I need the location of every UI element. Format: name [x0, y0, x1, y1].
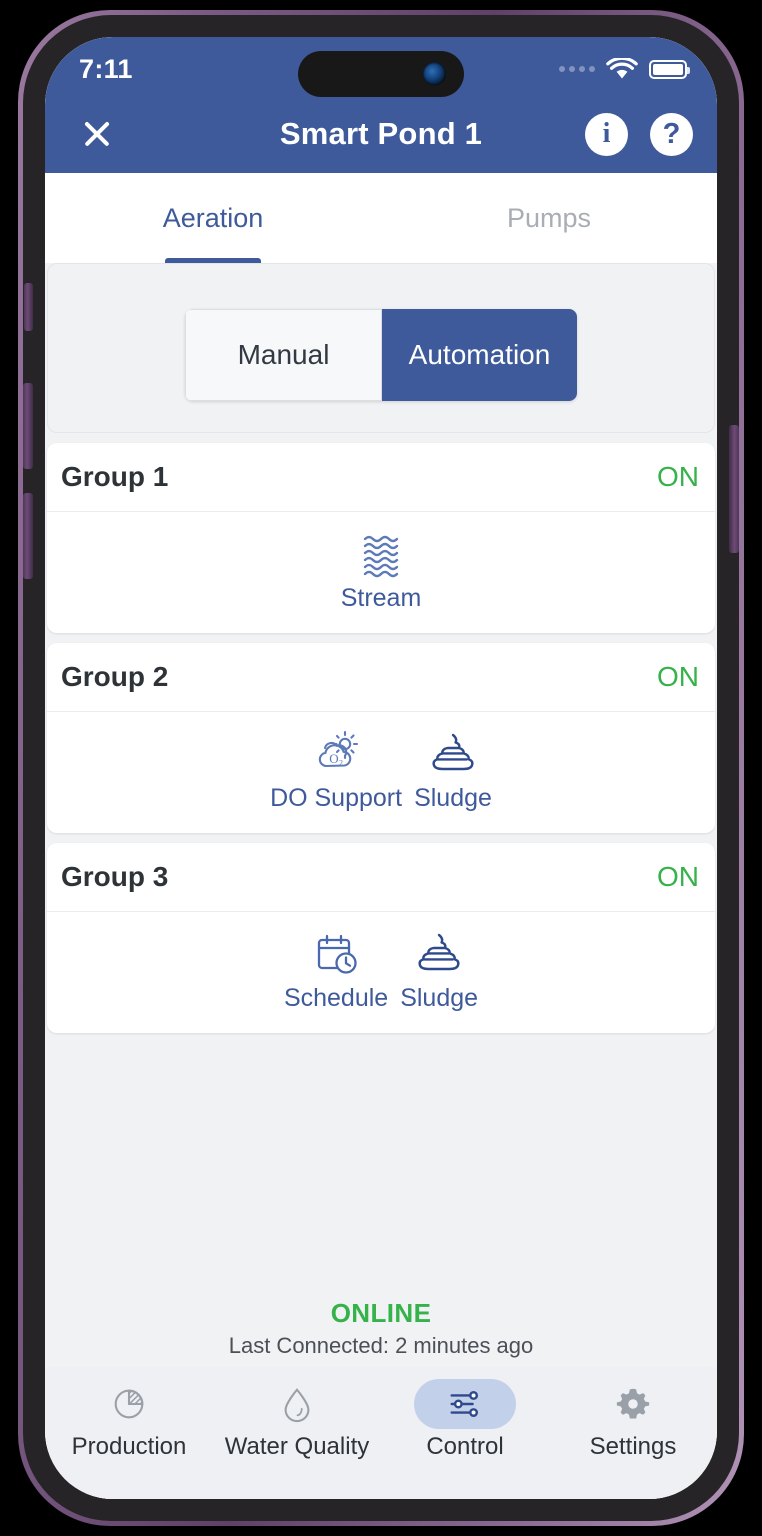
- mode-label: Sludge: [414, 784, 492, 812]
- sludge-icon: [418, 933, 460, 971]
- mode-label: Schedule: [283, 984, 389, 1012]
- nav-label: Water Quality: [224, 1433, 370, 1460]
- last-connected-text: Last Connected: 2 minutes ago: [228, 1333, 534, 1358]
- battery-full-icon: [649, 59, 690, 79]
- group-title: Group 1: [61, 461, 169, 492]
- group-title: Group 3: [61, 861, 169, 892]
- connection-status: ONLINE Last Connected: 2 minutes ago: [45, 1298, 717, 1359]
- dynamic-island: [298, 51, 464, 97]
- wifi-icon: [606, 57, 638, 78]
- group-header: Group 1 ON: [47, 443, 715, 511]
- sliders-icon: [450, 1390, 479, 1418]
- phone-frame: 7:11 Smart Pond 1 i ? Aeration Pumps Man…: [18, 10, 744, 1526]
- gear-icon: [616, 1388, 650, 1419]
- nav-label: Production: [71, 1433, 187, 1460]
- app-screen: 7:11 Smart Pond 1 i ? Aeration Pumps Man…: [45, 37, 717, 1499]
- group-modes: O 2 DO Support Sludge: [47, 711, 715, 833]
- tab-aeration[interactable]: Aeration: [45, 173, 381, 263]
- status-badge: ON: [657, 461, 699, 492]
- group-modes: Schedule Sludge: [47, 911, 715, 1033]
- tab-bar: Aeration Pumps: [45, 173, 717, 263]
- mode-label: Sludge: [400, 984, 479, 1012]
- nav-item-water-quality[interactable]: Water Quality: [213, 1379, 381, 1461]
- mode-item-schedule[interactable]: Schedule: [284, 930, 388, 1013]
- group-modes: Stream: [47, 511, 715, 633]
- nav-item-control[interactable]: Control: [381, 1379, 549, 1461]
- connection-state: ONLINE: [330, 1298, 432, 1328]
- info-icon[interactable]: i: [585, 112, 628, 156]
- mode-label: DO Support: [270, 784, 403, 812]
- nav-label: Control: [426, 1433, 504, 1460]
- nav-item-settings[interactable]: Settings: [549, 1379, 717, 1461]
- mode-item-do-support[interactable]: O 2 DO Support: [270, 730, 402, 813]
- close-icon[interactable]: [75, 112, 119, 156]
- status-badge: ON: [657, 661, 699, 692]
- nav-item-production[interactable]: Production: [45, 1379, 213, 1461]
- app-header: 7:11 Smart Pond 1 i ?: [45, 37, 717, 173]
- front-camera-icon: [423, 62, 446, 86]
- mode-item-sludge[interactable]: Sludge: [414, 730, 492, 813]
- volume-up-button[interactable]: [23, 383, 33, 469]
- mode-segmented-control: Manual Automation: [185, 309, 577, 401]
- segment-automation[interactable]: Automation: [382, 309, 577, 401]
- svg-text:O: O: [329, 751, 338, 766]
- nav-label: Settings: [589, 1433, 677, 1460]
- segment-manual[interactable]: Manual: [185, 309, 382, 401]
- group-title: Group 2: [61, 661, 169, 692]
- svg-text:2: 2: [339, 759, 343, 768]
- phone-frame-inner: 7:11 Smart Pond 1 i ? Aeration Pumps Man…: [23, 15, 739, 1521]
- nav-pill: [246, 1379, 348, 1429]
- cloud-sun-o2-icon: O 2: [318, 730, 359, 768]
- tab-pumps[interactable]: Pumps: [381, 173, 717, 263]
- group-card[interactable]: Group 1 ON Stream: [47, 443, 715, 633]
- power-button[interactable]: [729, 425, 739, 553]
- group-header: Group 3 ON: [47, 843, 715, 911]
- status-indicators: [559, 57, 690, 81]
- cellular-dots-icon: [559, 66, 595, 72]
- nav-pill-active: [414, 1379, 516, 1429]
- volume-down-button[interactable]: [23, 493, 33, 579]
- bottom-navigation: Production Water Quality Control Setting…: [45, 1367, 717, 1499]
- water-drop-icon: [284, 1388, 310, 1423]
- mode-label: Stream: [340, 584, 422, 612]
- nav-pill: [582, 1379, 684, 1429]
- status-time: 7:11: [79, 53, 133, 84]
- calendar-clock-icon: [317, 934, 357, 974]
- group-card[interactable]: Group 2 ON O 2 DO Support Sludge: [47, 643, 715, 833]
- app-bar-actions: i ?: [585, 112, 693, 156]
- mode-panel: Manual Automation: [47, 263, 715, 433]
- mute-switch-button[interactable]: [24, 283, 33, 331]
- group-card[interactable]: Group 3 ON Schedule Sludge: [47, 843, 715, 1033]
- help-icon[interactable]: ?: [650, 112, 693, 156]
- content-scroll-area[interactable]: Manual Automation Group 1 ON Stream Grou…: [45, 263, 717, 1367]
- nav-pill: [78, 1379, 180, 1429]
- mode-item-sludge[interactable]: Sludge: [400, 930, 478, 1013]
- waves-icon: [363, 535, 399, 578]
- phone-screen-bezel: 7:11 Smart Pond 1 i ? Aeration Pumps Man…: [45, 37, 717, 1499]
- sludge-icon: [432, 733, 474, 771]
- status-bar: 7:11: [45, 37, 717, 97]
- pie-chart-icon: [114, 1389, 144, 1419]
- group-header: Group 2 ON: [47, 643, 715, 711]
- mode-item-stream[interactable]: Stream: [340, 530, 422, 613]
- status-badge: ON: [657, 861, 699, 892]
- app-bar: Smart Pond 1 i ?: [45, 95, 717, 173]
